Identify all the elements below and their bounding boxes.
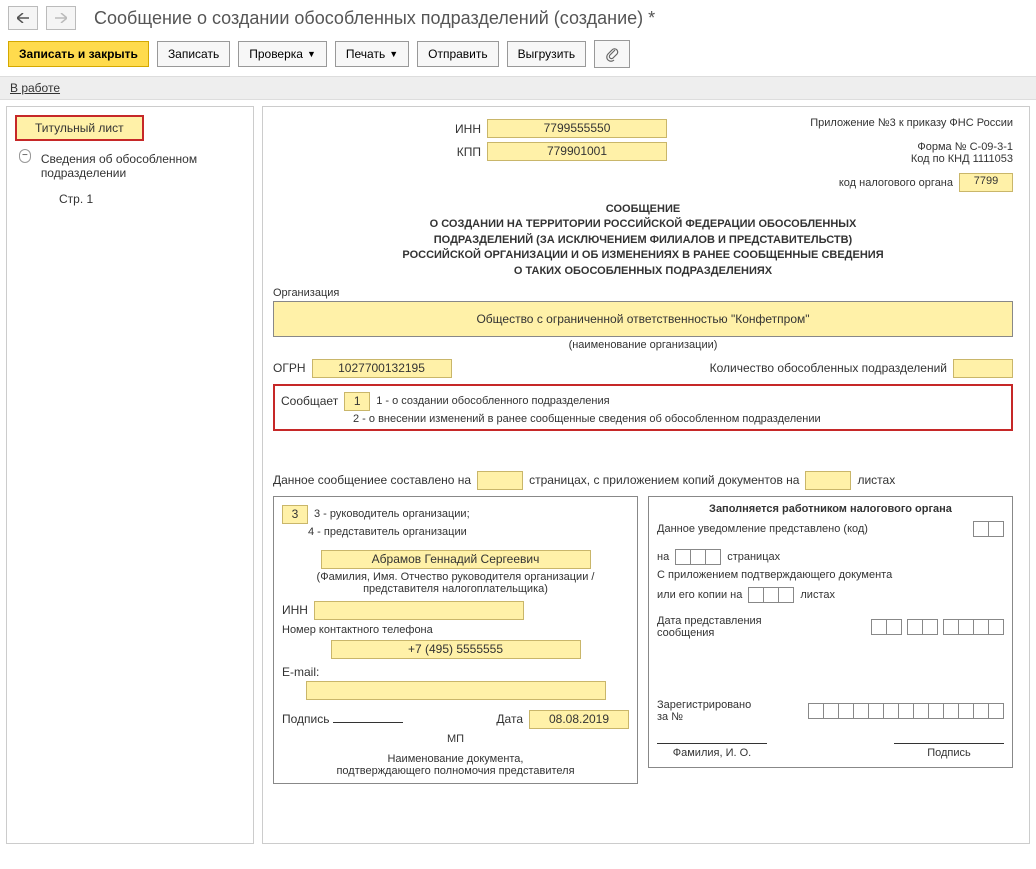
- doc-heading-3: ПОДРАЗДЕЛЕНИЙ (ЗА ИСКЛЮЧЕНИЕМ ФИЛИАЛОВ И…: [273, 233, 1013, 248]
- email-field[interactable]: [306, 681, 606, 700]
- attachment-note: Приложение №3 к приказу ФНС России: [793, 117, 1013, 129]
- doc-name-caption-1: Наименование документа,: [282, 753, 629, 765]
- doc-heading-2: О СОЗДАНИИ НА ТЕРРИТОРИИ РОССИЙСКОЙ ФЕДЕ…: [273, 217, 1013, 232]
- send-button[interactable]: Отправить: [417, 41, 499, 67]
- right-date1: Дата представления: [657, 615, 762, 627]
- ogrn-label: ОГРН: [273, 361, 306, 375]
- right-date-cells: [871, 619, 1004, 635]
- email-label: E-mail:: [282, 665, 319, 679]
- reports-section: Сообщает 1 1 - о создании обособленного …: [273, 384, 1013, 431]
- phone-field[interactable]: +7 (495) 5555555: [331, 640, 581, 659]
- right-reg2: за №: [657, 711, 751, 723]
- right-sheets-cells: [748, 587, 794, 603]
- forward-button[interactable]: [46, 6, 76, 30]
- subdiv-count-field[interactable]: [953, 359, 1013, 378]
- arrow-left-icon: [17, 13, 29, 23]
- print-label: Печать: [346, 47, 385, 61]
- right-reg-cells: [808, 703, 1004, 719]
- ogrn-field[interactable]: 1027700132195: [312, 359, 452, 378]
- tax-authority-label: код налогового органа: [839, 177, 953, 189]
- reports-label: Сообщает: [281, 394, 338, 408]
- right-fio-label: Фамилия, И. О.: [657, 747, 767, 759]
- right-or-copy-label: или его копии на: [657, 589, 742, 601]
- date-field[interactable]: 08.08.2019: [529, 710, 629, 729]
- organization-caption: (наименование организации): [273, 339, 1013, 351]
- right-on-label: на: [657, 551, 669, 563]
- fio-field[interactable]: Абрамов Геннадий Сергеевич: [321, 550, 591, 569]
- signer-opt4: 4 - представитель организации: [308, 526, 629, 538]
- reports-code-field[interactable]: 1: [344, 392, 370, 411]
- tree-page-1[interactable]: Стр. 1: [55, 189, 245, 209]
- kpp-field[interactable]: 779901001: [487, 142, 667, 161]
- signature-line: [333, 722, 403, 723]
- print-button[interactable]: Печать ▼: [335, 41, 409, 67]
- composed-prefix: Данное сообщениее составлено на: [273, 473, 471, 487]
- window-title: Сообщение о создании обособленных подраз…: [94, 8, 655, 29]
- composed-mid: страницах, с приложением копий документо…: [529, 473, 799, 487]
- doc-name-caption-2: подтверждающего полномочия представителя: [282, 765, 629, 777]
- export-button[interactable]: Выгрузить: [507, 41, 587, 67]
- organization-label: Организация: [273, 287, 1013, 299]
- save-close-button[interactable]: Записать и закрыть: [8, 41, 149, 67]
- inn2-label: ИНН: [282, 603, 308, 617]
- doc-heading-5: О ТАКИХ ОБОСОБЛЕННЫХ ПОДРАЗДЕЛЕНИЯХ: [273, 264, 1013, 279]
- save-button[interactable]: Записать: [157, 41, 230, 67]
- right-presented-cells: [973, 521, 1004, 537]
- status-link[interactable]: В работе: [10, 81, 60, 95]
- attach-button[interactable]: [594, 40, 630, 68]
- right-presented-label: Данное уведомление представлено (код): [657, 523, 868, 535]
- check-label: Проверка: [249, 47, 303, 61]
- mp-label: МП: [282, 733, 629, 745]
- right-sign-label: Подпись: [894, 747, 1004, 759]
- signer-opt3: 3 - руководитель организации;: [314, 508, 470, 520]
- tree-subdivision-info[interactable]: Сведения об обособленном подразделении: [37, 149, 245, 183]
- right-attach-label: С приложением подтверждающего документа: [657, 569, 1004, 581]
- chevron-down-icon: ▼: [307, 49, 316, 59]
- check-button[interactable]: Проверка ▼: [238, 41, 327, 67]
- organization-field[interactable]: Общество с ограниченной ответственностью…: [273, 301, 1013, 337]
- date-label: Дата: [496, 712, 523, 726]
- right-fio-line: [657, 743, 767, 744]
- composed-pages-field[interactable]: [477, 471, 523, 490]
- fio-caption: (Фамилия, Имя. Отчество руководителя орг…: [282, 571, 629, 595]
- reports-opt2: 2 - о внесении изменений в ранее сообщен…: [353, 413, 1005, 425]
- doc-heading-4: РОССИЙСКОЙ ОРГАНИЗАЦИИ И ОБ ИЗМЕНЕНИЯХ В…: [273, 248, 1013, 263]
- inn2-field[interactable]: [314, 601, 524, 620]
- knd-code: Код по КНД 1111053: [793, 153, 1013, 165]
- right-sheets-label: листах: [800, 589, 835, 601]
- paperclip-icon: [605, 46, 619, 62]
- composed-sheets-field[interactable]: [805, 471, 851, 490]
- chevron-down-icon: ▼: [389, 49, 398, 59]
- tree-expander[interactable]: −: [19, 149, 31, 163]
- subdiv-count-label: Количество обособленных подразделений: [710, 361, 947, 375]
- back-button[interactable]: [8, 6, 38, 30]
- right-sign-line: [894, 743, 1004, 744]
- doc-heading-1: СООБЩЕНИЕ: [273, 202, 1013, 217]
- reports-opt1: 1 - о создании обособленного подразделен…: [376, 395, 609, 407]
- kpp-label: КПП: [457, 145, 481, 159]
- right-pages-label: страницах: [727, 551, 780, 563]
- right-date2: сообщения: [657, 627, 762, 639]
- right-pages-cells: [675, 549, 721, 565]
- sign-label: Подпись: [282, 712, 330, 726]
- arrow-right-icon: [55, 13, 67, 23]
- right-title: Заполняется работником налогового органа: [657, 503, 1004, 515]
- navigation-tree: Титульный лист − Сведения об обособленно…: [6, 106, 254, 844]
- inn-field[interactable]: 7799555550: [487, 119, 667, 138]
- right-reg1: Зарегистрировано: [657, 699, 751, 711]
- tax-authority-field[interactable]: 7799: [959, 173, 1013, 192]
- inn-label: ИНН: [455, 122, 481, 136]
- signer-code-field[interactable]: 3: [282, 505, 308, 524]
- document-area: ИНН 7799555550 КПП 779901001 Приложение …: [262, 106, 1030, 844]
- form-number: Форма № С-09-3-1: [793, 141, 1013, 153]
- tree-title-sheet[interactable]: Титульный лист: [15, 115, 144, 141]
- composed-suffix: листах: [857, 473, 895, 487]
- phone-label: Номер контактного телефона: [282, 624, 629, 636]
